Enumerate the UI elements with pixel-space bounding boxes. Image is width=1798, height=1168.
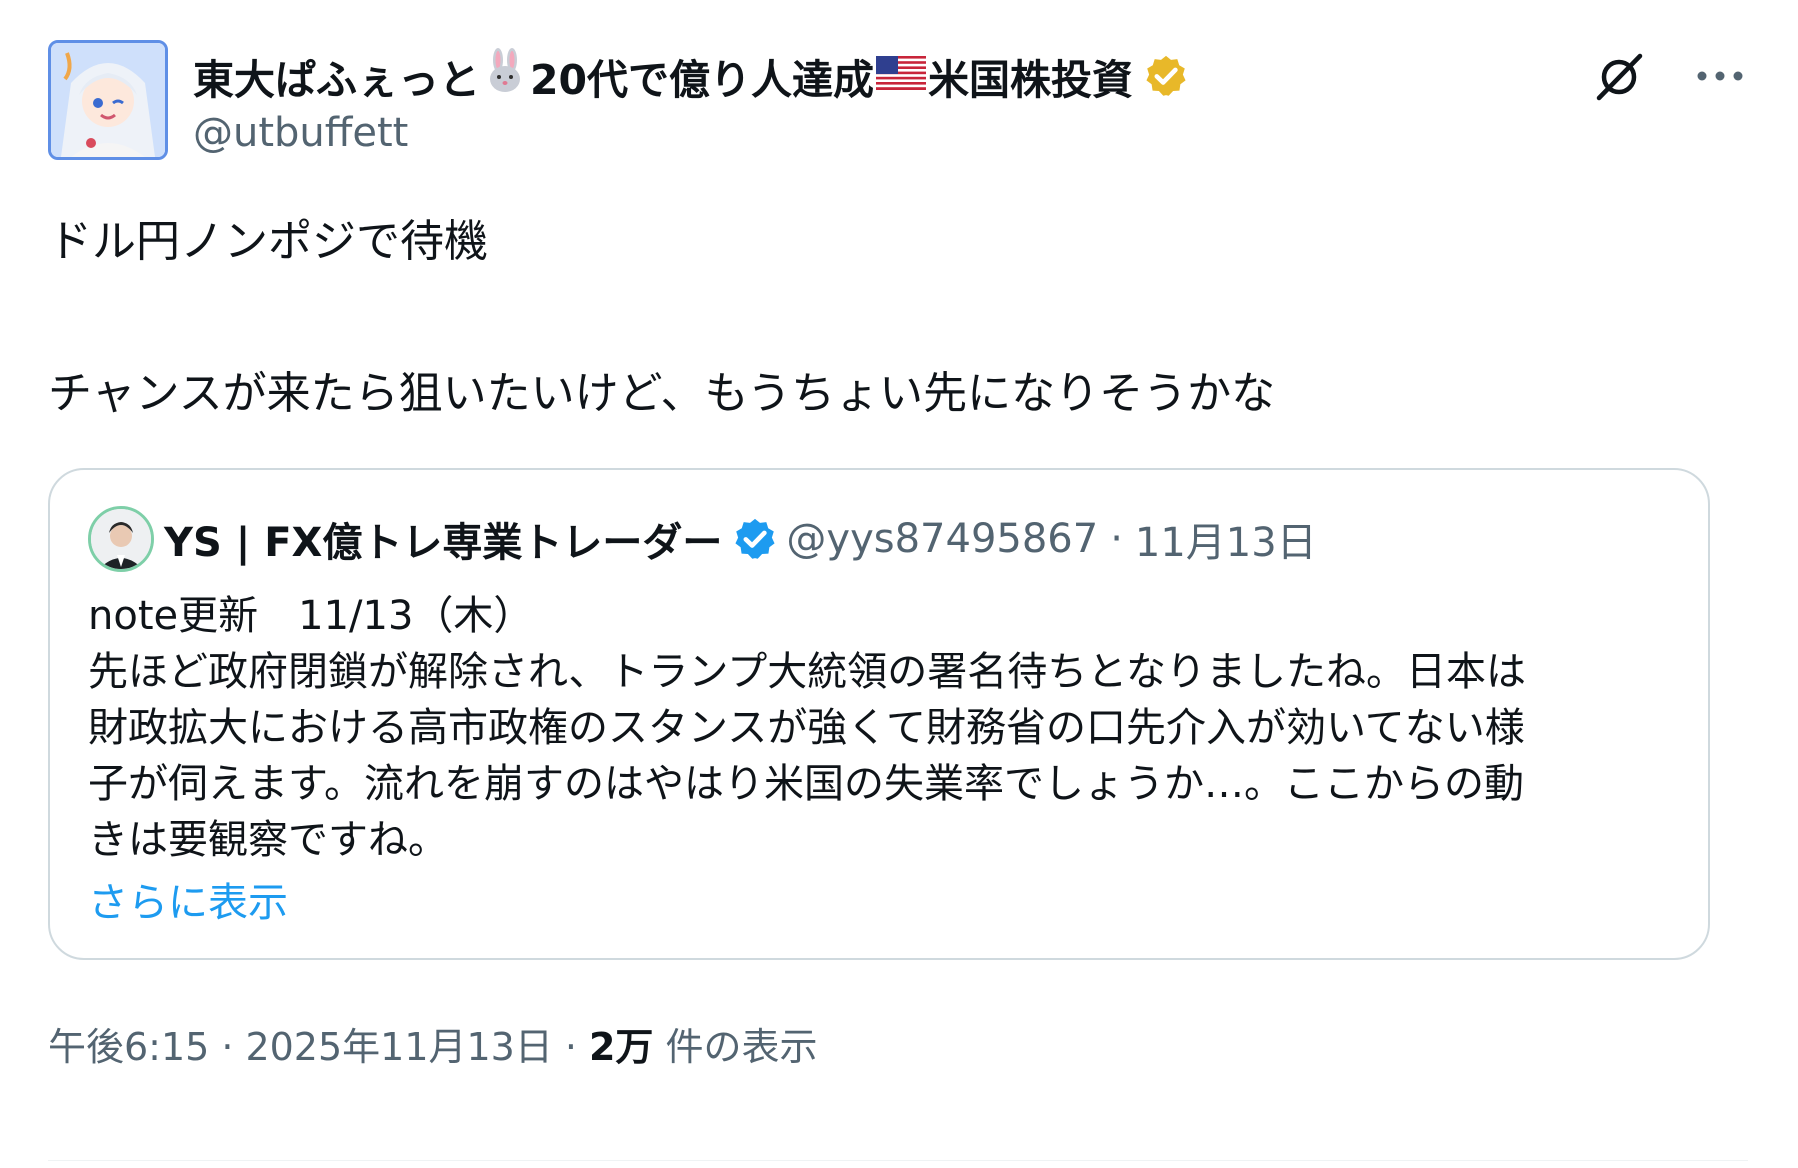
quoted-text-line: 先ほど政府閉鎖が解除され、トランプ大統領の署名待ちとなりましたね。日本は — [88, 649, 1526, 695]
quoted-author-avatar[interactable] — [88, 506, 154, 572]
tweet: 東大ぱふぇっと 20代で億り人達成 米国株投資 @utbuffett ドル円ノン… — [48, 40, 1748, 1071]
post-text-line: ドル円ノンポジで待機 — [48, 216, 488, 267]
author-row: 東大ぱふぇっと 20代で億り人達成 米国株投資 @utbuffett — [48, 40, 1748, 170]
separator-dot: · — [1110, 516, 1123, 562]
post-date[interactable]: 2025年11月13日 — [245, 1025, 552, 1069]
post-text: ドル円ノンポジで待機 チャンスが来たら狙いたいけど、もうちょい先になりそうかな — [48, 216, 1748, 420]
views-count: 2万 — [588, 1025, 654, 1069]
quoted-tweet-card[interactable]: YS | FX億トレ専業トレーダー @yys87495867 · 11月13日 … — [48, 468, 1710, 960]
quoted-text-line: 子が伺えます。流れを崩すのはやはり米国の失業率でしょうか…。ここからの動 — [88, 761, 1524, 807]
author-avatar[interactable] — [48, 40, 168, 160]
views-label: 件の表示 — [665, 1025, 818, 1069]
rabbit-emoji-icon — [482, 48, 528, 104]
author-handle[interactable]: @utbuffett — [193, 110, 408, 156]
show-more-link[interactable]: さらに表示 — [88, 870, 1672, 928]
more-icon[interactable] — [1692, 48, 1748, 104]
post-text-line: チャンスが来たら狙いたいけど、もうちょい先になりそうかな — [48, 368, 1276, 419]
verified-blue-badge-icon — [735, 518, 775, 559]
quoted-author-handle[interactable]: @yys87495867 — [786, 516, 1098, 562]
divider — [48, 1160, 1748, 1161]
top-actions — [1592, 48, 1748, 104]
author-name-part1: 東大ぱふぇっと — [193, 56, 480, 104]
quoted-text-line: note更新 11/13（木） — [88, 593, 534, 639]
tweet-metadata: 午後6:15 · 2025年11月13日 · 2万 件の表示 — [48, 1016, 1748, 1071]
quoted-text-line: きは要観察ですね。 — [88, 817, 448, 863]
author-name-part3: 米国株投資 — [928, 56, 1134, 104]
quoted-tweet-date[interactable]: 11月13日 — [1135, 510, 1317, 568]
quoted-tweet-text: note更新 11/13（木） 先ほど政府閉鎖が解除され、トランプ大統領の署名待… — [88, 588, 1672, 868]
us-flag-emoji-icon — [876, 52, 927, 100]
quoted-author-name[interactable]: YS | FX億トレ専業トレーダー — [164, 510, 722, 568]
post-time[interactable]: 午後6:15 — [48, 1025, 209, 1069]
quoted-text-line: 財政拡大における高市政権のスタンスが強くて財務省の口先介入が効いてない様 — [88, 705, 1525, 751]
grok-icon[interactable] — [1592, 48, 1648, 104]
separator-dot: · — [221, 1025, 234, 1069]
verified-gold-badge-icon — [1146, 55, 1186, 96]
author-name[interactable]: 東大ぱふぇっと 20代で億り人達成 米国株投資 — [193, 46, 1189, 106]
author-name-part2: 20代で億り人達成 — [530, 56, 875, 104]
quoted-tweet-header: YS | FX億トレ専業トレーダー @yys87495867 · 11月13日 — [88, 506, 1672, 572]
separator-dot: · — [564, 1025, 577, 1069]
